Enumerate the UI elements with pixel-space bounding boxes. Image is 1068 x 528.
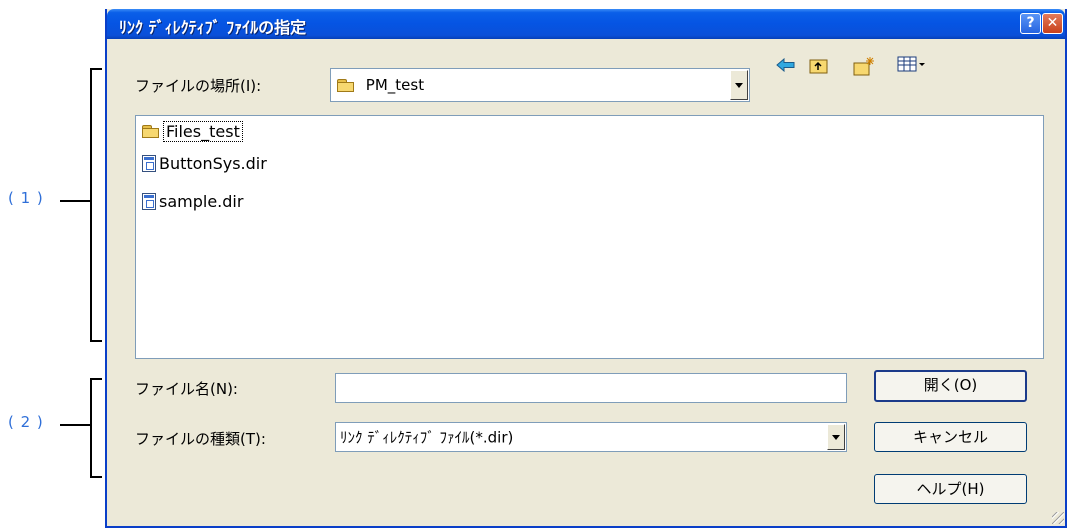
look-in-combo[interactable]: PM_test — [330, 68, 750, 102]
list-item[interactable]: sample.dir — [142, 192, 243, 211]
annotation-line-1 — [60, 200, 90, 202]
file-list[interactable]: Files_test ButtonSys.dir sample.dir — [135, 115, 1044, 359]
look-in-label: ファイルの場所(I): — [135, 77, 262, 95]
annotation-label-2: ( 2 ) — [8, 413, 44, 431]
filename-input[interactable] — [335, 373, 847, 403]
filetype-dropdown-button[interactable] — [827, 424, 845, 450]
annotation-bracket-2 — [90, 378, 102, 478]
list-item-label: ButtonSys.dir — [159, 154, 267, 173]
filetype-label: ファイルの種類(T): — [135, 430, 266, 448]
view-menu-icon[interactable] — [896, 56, 928, 78]
open-button[interactable]: 開く(O) — [874, 370, 1027, 402]
dialog-title: ﾘﾝｸ ﾃﾞｨﾚｸﾃｨﾌﾞ ﾌｧｲﾙの指定 — [119, 18, 307, 37]
back-icon[interactable] — [775, 56, 797, 78]
annotation-bracket-1 — [90, 68, 102, 342]
filename-label: ファイル名(N): — [135, 380, 238, 398]
dir-file-icon — [142, 155, 156, 172]
folder-icon — [142, 125, 160, 138]
close-title-button[interactable]: ✕ — [1042, 13, 1063, 34]
annotation-line-2 — [60, 424, 90, 426]
dir-file-icon — [142, 193, 156, 210]
help-button[interactable]: ヘルプ(H) — [874, 474, 1027, 504]
look-in-value: PM_test — [337, 76, 424, 94]
title-bar[interactable]: ﾘﾝｸ ﾃﾞｨﾚｸﾃｨﾌﾞ ﾌｧｲﾙの指定 ? ✕ — [107, 9, 1065, 39]
resize-grip[interactable] — [1052, 512, 1064, 524]
folder-icon — [337, 79, 355, 92]
filetype-value: ﾘﾝｸ ﾃﾞｨﾚｸﾃｨﾌﾞ ﾌｧｲﾙ(*.dir) — [340, 428, 514, 447]
list-item-label: Files_test — [163, 121, 243, 142]
list-item[interactable]: Files_test — [142, 121, 243, 142]
annotation-label-1: ( 1 ) — [8, 189, 44, 207]
list-item-label: sample.dir — [159, 192, 244, 211]
look-in-dropdown-button[interactable] — [730, 70, 748, 100]
help-title-button[interactable]: ? — [1020, 13, 1041, 34]
up-folder-icon[interactable] — [808, 56, 830, 78]
list-item[interactable]: ButtonSys.dir — [142, 154, 267, 173]
look-in-text: PM_test — [365, 76, 425, 94]
filetype-combo[interactable]: ﾘﾝｸ ﾃﾞｨﾚｸﾃｨﾌﾞ ﾌｧｲﾙ(*.dir) — [335, 422, 847, 452]
cancel-button[interactable]: キャンセル — [874, 422, 1027, 452]
new-folder-icon[interactable] — [853, 56, 875, 78]
